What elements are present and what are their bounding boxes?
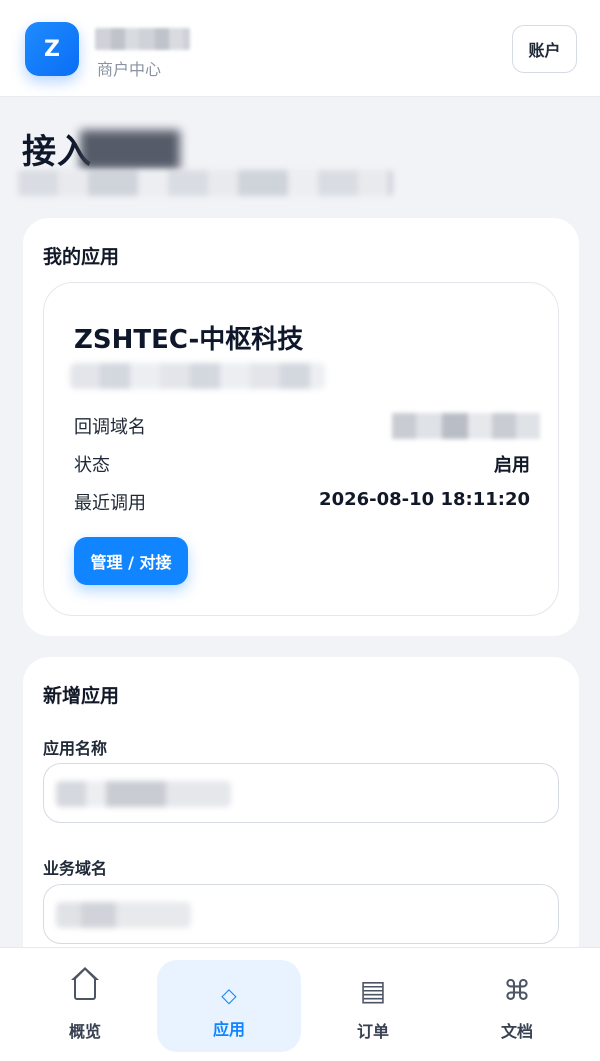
bottom-nav: 概览 ◇ 应用 ▤ 订单 ⌘ 文档 [0, 947, 600, 1061]
logo-letter: Z [44, 36, 60, 62]
nav-item-docs[interactable]: ⌘ 文档 [445, 960, 589, 1052]
last-call-row: 最近调用 2026-08-10 18:11:20 [74, 489, 530, 515]
callback-domain-row: 回调域名 [74, 413, 540, 439]
callback-domain-value-redacted [392, 413, 540, 439]
nav-label-apps: 应用 [212, 1020, 245, 1039]
nav-item-orders[interactable]: ▤ 订单 [301, 960, 445, 1052]
status-label: 状态 [74, 455, 110, 476]
app-name-input[interactable] [43, 763, 559, 823]
nav-label-orders: 订单 [356, 1022, 389, 1041]
nav-label-overview: 概览 [68, 1022, 101, 1041]
new-app-title: 新增应用 [43, 685, 120, 707]
command-icon: ⌘ [503, 974, 531, 1007]
manage-button[interactable]: 管理 / 对接 [74, 537, 188, 585]
my-apps-title: 我的应用 [43, 246, 120, 268]
business-domain-value-redacted [56, 902, 191, 928]
business-domain-label: 业务域名 [43, 859, 108, 878]
account-button[interactable]: 账户 [512, 25, 577, 73]
home-icon-body [74, 978, 96, 1000]
new-app-card: 新增应用 应用名称 业务域名 [23, 657, 579, 977]
page-subtitle-redacted [18, 170, 393, 196]
top-header: Z 商户中心 账户 [0, 0, 600, 97]
last-call-label: 最近调用 [74, 493, 146, 514]
page-title-redacted [80, 130, 180, 170]
brand-name-redacted [95, 28, 190, 50]
callback-domain-label: 回调域名 [74, 417, 146, 438]
app-name-label: 应用名称 [43, 739, 108, 758]
brand-subtitle: 商户中心 [97, 60, 162, 79]
nav-label-docs: 文档 [500, 1022, 533, 1041]
diamond-icon: ◇ [221, 983, 237, 1007]
list-icon: ▤ [359, 974, 387, 1007]
app-id-redacted [70, 363, 325, 389]
business-domain-input[interactable] [43, 884, 559, 944]
my-apps-card: 我的应用 ZSHTEC-中枢科技 回调域名 状态 启用 最近调用 2026-08… [23, 218, 579, 636]
nav-item-overview[interactable]: 概览 [13, 960, 157, 1052]
app-item: ZSHTEC-中枢科技 回调域名 状态 启用 最近调用 2026-08-10 1… [43, 282, 559, 616]
status-row: 状态 启用 [74, 451, 530, 477]
app-name: ZSHTEC-中枢科技 [74, 325, 304, 355]
last-call-value: 2026-08-10 18:11:20 [319, 489, 530, 510]
status-value: 启用 [494, 455, 530, 476]
app-logo[interactable]: Z [25, 22, 79, 76]
nav-item-apps[interactable]: ◇ 应用 [157, 960, 301, 1052]
app-name-value-redacted [56, 781, 231, 807]
